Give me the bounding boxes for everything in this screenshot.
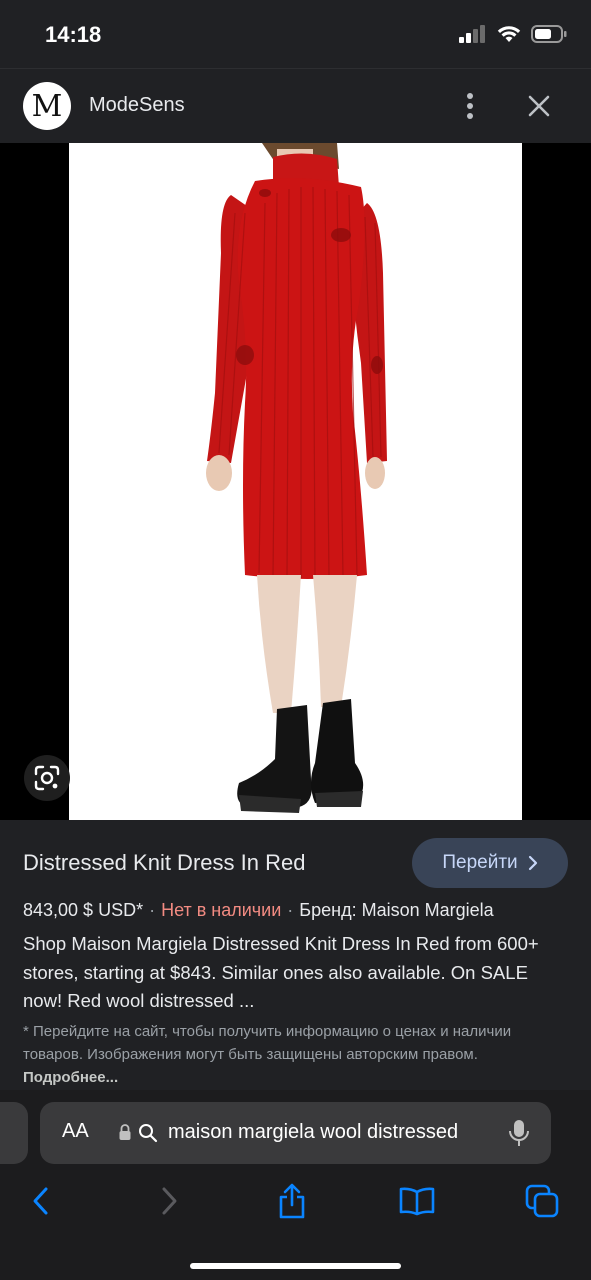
previous-tab-preview[interactable]: [0, 1102, 28, 1164]
dress-photo: [206, 143, 387, 813]
disclaimer-text: * Перейдите на сайт, чтобы получить инфо…: [23, 1023, 512, 1063]
cellular-signal-icon: [459, 25, 485, 43]
chevron-right-icon: [528, 855, 537, 871]
battery-icon: [531, 25, 567, 43]
status-icons: [459, 24, 567, 44]
product-description: Shop Maison Margiela Distressed Knit Dre…: [23, 933, 539, 1011]
product-brand: Бренд: Maison Margiela: [299, 900, 494, 920]
address-area: AA maison margiela wool distressed: [0, 1090, 591, 1175]
status-time: 14:18: [45, 22, 102, 47]
screen: 14:18 M ModeSens Distressed Knit Dress I…: [0, 0, 591, 1280]
home-indicator: [190, 1263, 401, 1269]
forward-chevron-icon[interactable]: [149, 1183, 189, 1219]
reader-options-button[interactable]: AA: [62, 1120, 89, 1143]
more-link[interactable]: Подробнее...: [23, 1069, 118, 1086]
bookmarks-icon[interactable]: [397, 1183, 437, 1219]
search-icon: [138, 1123, 158, 1148]
status-bar: 14:18: [0, 0, 591, 68]
go-button-label: Перейти: [442, 852, 518, 873]
tabs-icon[interactable]: [522, 1183, 562, 1219]
close-icon[interactable]: [524, 91, 554, 121]
share-icon[interactable]: [272, 1183, 312, 1219]
url-field[interactable]: maison margiela wool distressed: [168, 1121, 488, 1144]
site-logo[interactable]: M: [23, 82, 71, 130]
lock-icon: [118, 1123, 132, 1146]
product-meta: 843,00 $ USD* · Нет в наличии · Бренд: Maiso…: [23, 900, 494, 920]
more-vert-icon[interactable]: [458, 91, 482, 121]
product-info-panel: Distressed Knit Dress In Red Перейти 843…: [0, 820, 591, 1090]
availability-status: Нет в наличии: [161, 900, 282, 920]
google-lens-icon[interactable]: [24, 755, 70, 801]
product-price: 843,00 $ USD*: [23, 900, 144, 920]
site-header: M ModeSens: [0, 68, 591, 143]
back-chevron-icon[interactable]: [21, 1183, 61, 1219]
microphone-icon[interactable]: [508, 1118, 530, 1153]
browser-toolbar: [0, 1175, 591, 1280]
product-image[interactable]: [69, 143, 522, 820]
wifi-icon: [497, 26, 521, 42]
go-to-site-button[interactable]: Перейти: [412, 838, 568, 888]
address-bar[interactable]: AA maison margiela wool distressed: [40, 1102, 551, 1164]
product-title[interactable]: Distressed Knit Dress In Red: [23, 850, 305, 876]
site-name[interactable]: ModeSens: [89, 94, 185, 117]
site-logo-letter: M: [31, 88, 63, 124]
image-viewer: [0, 143, 591, 820]
disclaimer: * Перейдите на сайт, чтобы получить инфо…: [23, 1020, 563, 1089]
